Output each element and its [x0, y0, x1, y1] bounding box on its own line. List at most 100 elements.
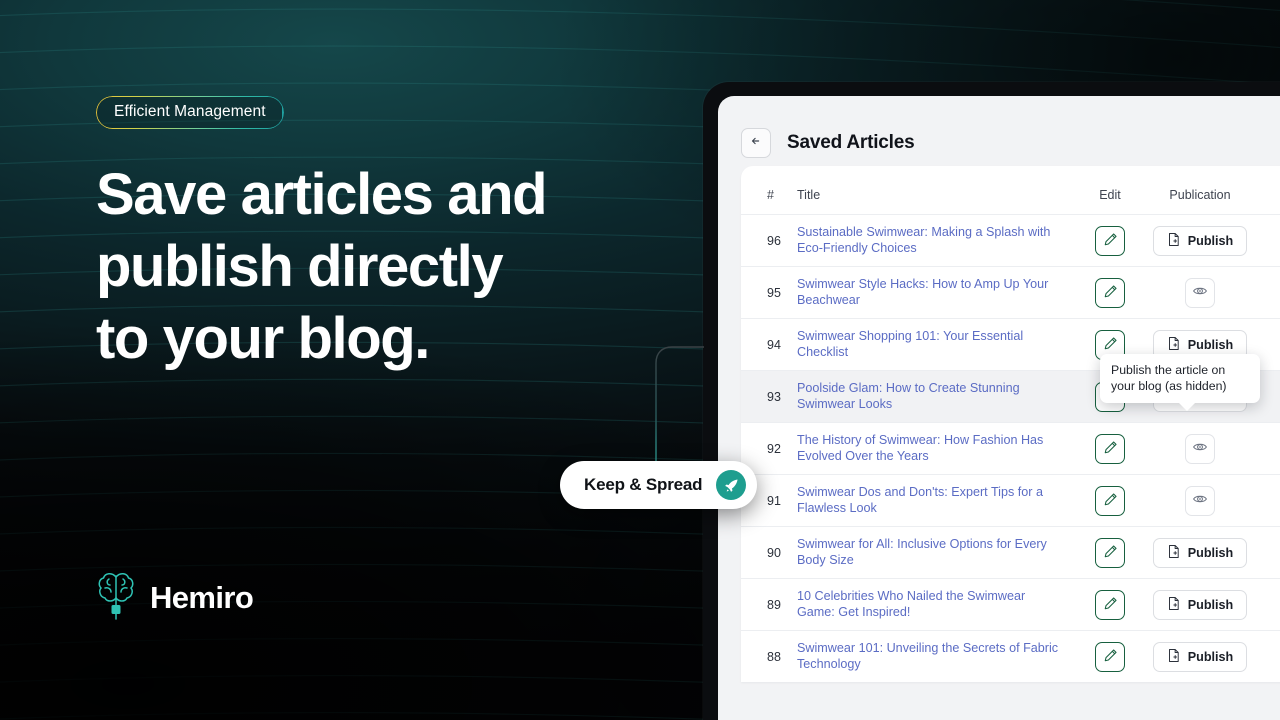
- headline-line-3: to your blog.: [96, 306, 430, 371]
- row-title-cell: 10 Celebrities Who Nailed the Swimwear G…: [797, 578, 1075, 631]
- row-title-cell: Poolside Glam: How to Create Stunning Sw…: [797, 370, 1075, 423]
- row-title-cell: The History of Swimwear: How Fashion Has…: [797, 422, 1075, 475]
- table-row[interactable]: 92 The History of Swimwear: How Fashion H…: [741, 422, 1280, 475]
- arrow-left-icon: [749, 134, 763, 152]
- publish-button[interactable]: Publish: [1152, 537, 1248, 568]
- row-title-cell: Swimwear 101: Unveiling the Secrets of F…: [797, 630, 1075, 682]
- edit-icon: [1103, 336, 1118, 354]
- file-plus-icon: [1167, 596, 1181, 614]
- table-row[interactable]: 95 Swimwear Style Hacks: How to Amp Up Yo…: [741, 266, 1280, 319]
- row-number: 90: [741, 526, 797, 579]
- row-edit-cell: [1075, 578, 1145, 631]
- badge-efficient-management: Efficient Management: [96, 96, 284, 129]
- row-edit-cell: [1075, 214, 1145, 267]
- back-button[interactable]: [741, 127, 771, 158]
- article-title-link[interactable]: Swimwear Shopping 101: Your Essential Ch…: [797, 329, 1075, 360]
- tooltip-text: Publish the article on your blog (as hid…: [1111, 363, 1227, 393]
- view-button[interactable]: [1185, 277, 1215, 308]
- edit-icon: [1103, 440, 1118, 458]
- eye-icon: [1192, 491, 1208, 510]
- publish-button-label: Publish: [1187, 233, 1234, 248]
- page-title: Save articles and publish directly to yo…: [96, 159, 676, 375]
- eye-icon: [1192, 283, 1208, 302]
- article-title-link[interactable]: 10 Celebrities Who Nailed the Swimwear G…: [797, 589, 1075, 620]
- row-number: 88: [741, 630, 797, 682]
- column-header-delete: Delete: [1255, 166, 1280, 215]
- table-row[interactable]: 91 Swimwear Dos and Don'ts: Expert Tips f…: [741, 474, 1280, 527]
- edit-button[interactable]: [1095, 277, 1125, 308]
- file-plus-icon: [1167, 336, 1181, 354]
- article-title-link[interactable]: The History of Swimwear: How Fashion Has…: [797, 433, 1075, 464]
- edit-button[interactable]: [1095, 225, 1125, 256]
- row-delete-cell: [1255, 630, 1280, 682]
- row-edit-cell: [1075, 630, 1145, 682]
- badge-label: Efficient Management: [114, 103, 266, 120]
- keep-and-spread-pill[interactable]: Keep & Spread: [560, 461, 758, 509]
- row-publication-cell: Publish: [1145, 526, 1255, 579]
- article-title-link[interactable]: Sustainable Swimwear: Making a Splash wi…: [797, 225, 1075, 256]
- article-title-link[interactable]: Swimwear for All: Inclusive Options for …: [797, 537, 1075, 568]
- view-button[interactable]: [1185, 485, 1215, 516]
- row-title-cell: Swimwear Dos and Don'ts: Expert Tips for…: [797, 474, 1075, 527]
- row-number: 94: [741, 318, 797, 371]
- row-publication-cell: [1145, 474, 1255, 527]
- row-title-cell: Sustainable Swimwear: Making a Splash wi…: [797, 214, 1075, 267]
- publish-button-label: Publish: [1187, 649, 1234, 664]
- row-edit-cell: [1075, 526, 1145, 579]
- row-delete-cell: [1255, 214, 1280, 267]
- edit-button[interactable]: [1095, 485, 1125, 516]
- row-title-cell: Swimwear Style Hacks: How to Amp Up Your…: [797, 266, 1075, 319]
- brain-plug-icon: [96, 568, 136, 627]
- row-delete-cell: [1255, 578, 1280, 631]
- table-header-row: # Title Edit Publication Delete: [741, 166, 1280, 215]
- publish-button[interactable]: Publish: [1152, 589, 1248, 620]
- publish-button-label: Publish: [1187, 545, 1234, 560]
- table-row[interactable]: 89 10 Celebrities Who Nailed the Swimwear…: [741, 578, 1280, 631]
- rocket-icon: [716, 470, 747, 500]
- row-number: 96: [741, 214, 797, 267]
- row-publication-cell: Publish: [1145, 630, 1255, 682]
- row-edit-cell: [1075, 474, 1145, 527]
- row-delete-cell: [1255, 474, 1280, 527]
- publish-button[interactable]: Publish: [1152, 225, 1248, 256]
- view-button[interactable]: [1185, 433, 1215, 464]
- article-title-link[interactable]: Swimwear Style Hacks: How to Amp Up Your…: [797, 277, 1075, 308]
- file-plus-icon: [1167, 648, 1181, 666]
- brand-logo: Hemiro: [96, 568, 254, 627]
- column-header-number: #: [767, 188, 774, 202]
- edit-icon: [1103, 492, 1118, 510]
- column-header-title: Title: [797, 188, 821, 202]
- edit-icon: [1103, 648, 1118, 666]
- row-edit-cell: [1075, 422, 1145, 475]
- article-title-link[interactable]: Swimwear Dos and Don'ts: Expert Tips for…: [797, 485, 1075, 516]
- table-row[interactable]: 88 Swimwear 101: Unveiling the Secrets of…: [741, 630, 1280, 682]
- row-delete-cell: [1255, 422, 1280, 475]
- headline-line-2: publish directly: [96, 234, 504, 299]
- row-publication-cell: Publish: [1145, 214, 1255, 267]
- pill-label: Keep & Spread: [584, 475, 703, 494]
- row-number: 95: [741, 266, 797, 319]
- article-title-link[interactable]: Swimwear 101: Unveiling the Secrets of F…: [797, 641, 1075, 672]
- brand-name: Hemiro: [150, 579, 254, 615]
- row-publication-cell: [1145, 422, 1255, 475]
- publish-button-label: Publish: [1187, 597, 1234, 612]
- publish-button-label: Publish: [1187, 337, 1234, 352]
- edit-button[interactable]: [1095, 433, 1125, 464]
- row-number: 93: [741, 370, 797, 423]
- article-title-link[interactable]: Poolside Glam: How to Create Stunning Sw…: [797, 381, 1075, 412]
- row-number: 89: [741, 578, 797, 631]
- edit-button[interactable]: [1095, 641, 1125, 672]
- edit-icon: [1103, 544, 1118, 562]
- table-row[interactable]: 90 Swimwear for All: Inclusive Options fo…: [741, 526, 1280, 579]
- edit-icon: [1103, 596, 1118, 614]
- column-header-publication: Publication: [1169, 188, 1231, 202]
- row-delete-cell: [1255, 526, 1280, 579]
- edit-button[interactable]: [1095, 537, 1125, 568]
- row-delete-cell: [1255, 266, 1280, 319]
- publish-button[interactable]: Publish: [1152, 641, 1248, 672]
- row-title-cell: Swimwear for All: Inclusive Options for …: [797, 526, 1075, 579]
- column-header-edit: Edit: [1099, 188, 1121, 202]
- edit-button[interactable]: [1095, 589, 1125, 620]
- row-publication-cell: Publish: [1145, 578, 1255, 631]
- table-row[interactable]: 96 Sustainable Swimwear: Making a Splash …: [741, 214, 1280, 267]
